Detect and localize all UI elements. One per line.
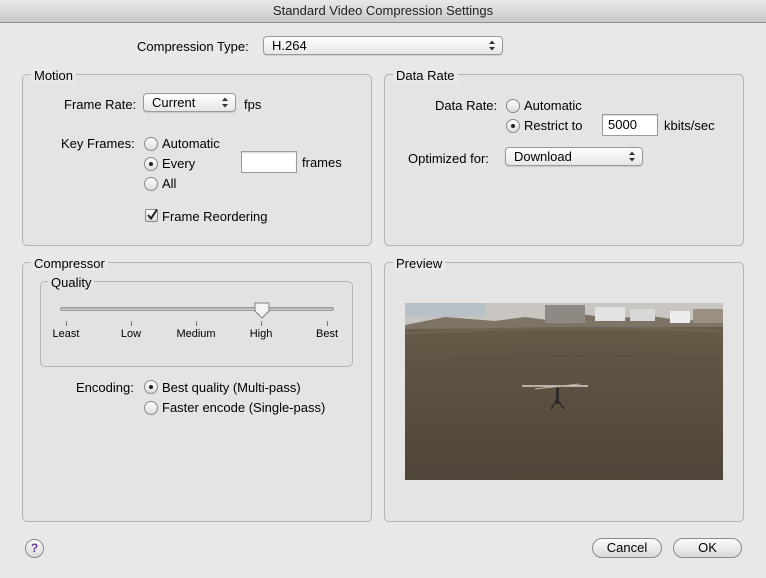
popup-arrows-icon bbox=[222, 97, 228, 108]
quality-tick bbox=[196, 321, 197, 326]
quality-tick bbox=[131, 321, 132, 326]
quality-tick-label: Low bbox=[120, 328, 142, 340]
data-rate-restrict-label: Restrict to bbox=[524, 118, 583, 133]
encoding-singlepass-radio[interactable] bbox=[144, 401, 158, 415]
key-frames-all-label: All bbox=[162, 176, 177, 191]
data-rate-group-title: Data Rate bbox=[393, 68, 458, 83]
key-frames-automatic-radio[interactable] bbox=[144, 137, 158, 151]
data-rate-label: Data Rate: bbox=[435, 98, 498, 113]
frames-label: frames bbox=[302, 155, 342, 170]
preview-image bbox=[405, 303, 723, 480]
key-frames-every-label: Every bbox=[162, 156, 196, 171]
encoding-label: Encoding: bbox=[76, 380, 134, 395]
key-frames-automatic-label: Automatic bbox=[162, 136, 220, 151]
frame-rate-popup[interactable]: Current bbox=[143, 93, 236, 112]
preview-group-title: Preview bbox=[393, 256, 446, 271]
key-frames-all-radio[interactable] bbox=[144, 177, 158, 191]
compression-type-label: Compression Type: bbox=[137, 39, 249, 54]
frame-rate-label: Frame Rate: bbox=[64, 97, 137, 112]
ok-button[interactable]: OK bbox=[673, 538, 742, 558]
encoding-multipass-radio[interactable] bbox=[144, 380, 158, 394]
quality-tick bbox=[327, 321, 328, 326]
quality-tick-label: Best bbox=[315, 328, 338, 340]
quality-tick bbox=[261, 321, 262, 326]
compression-type-popup[interactable]: H.264 bbox=[263, 36, 503, 55]
motion-group-title: Motion bbox=[31, 68, 77, 83]
fps-label: fps bbox=[244, 97, 262, 112]
key-frames-label: Key Frames: bbox=[61, 136, 135, 151]
data-rate-automatic-label: Automatic bbox=[524, 98, 582, 113]
help-icon: ? bbox=[30, 541, 39, 555]
frame-rate-value: Current bbox=[152, 95, 196, 110]
encoding-singlepass-label: Faster encode (Single-pass) bbox=[162, 400, 326, 415]
frame-reordering-label: Frame Reordering bbox=[162, 209, 268, 224]
popup-arrows-icon bbox=[629, 151, 635, 162]
optimized-for-label: Optimized for: bbox=[408, 151, 489, 166]
quality-tick-label: Medium bbox=[176, 328, 216, 340]
quality-tick bbox=[66, 321, 67, 326]
popup-arrows-icon bbox=[489, 40, 495, 51]
optimized-for-popup[interactable]: Download bbox=[505, 147, 643, 166]
compression-type-value: H.264 bbox=[272, 38, 307, 53]
data-rate-input[interactable]: 5000 bbox=[602, 114, 658, 136]
data-rate-unit: kbits/sec bbox=[664, 118, 715, 133]
compressor-group-title: Compressor bbox=[31, 256, 108, 271]
quality-tick-label: Least bbox=[52, 328, 80, 340]
encoding-multipass-label: Best quality (Multi-pass) bbox=[162, 380, 301, 395]
data-rate-restrict-radio[interactable] bbox=[506, 119, 520, 133]
help-button[interactable]: ? bbox=[25, 539, 44, 558]
window-title: Standard Video Compression Settings bbox=[0, 0, 766, 23]
quality-slider-thumb[interactable] bbox=[254, 302, 270, 319]
quality-slider-track[interactable] bbox=[60, 307, 334, 311]
frame-reordering-checkbox[interactable] bbox=[145, 208, 158, 222]
checkmark-icon bbox=[147, 208, 158, 221]
data-rate-automatic-radio[interactable] bbox=[506, 99, 520, 113]
key-frames-every-radio[interactable] bbox=[144, 157, 158, 171]
cancel-button[interactable]: Cancel bbox=[592, 538, 662, 558]
key-frames-interval-input[interactable] bbox=[241, 151, 297, 173]
optimized-for-value: Download bbox=[514, 149, 572, 164]
slider-knob-icon bbox=[254, 302, 270, 319]
quality-group-title: Quality bbox=[48, 275, 95, 290]
quality-tick-label: High bbox=[249, 328, 273, 340]
